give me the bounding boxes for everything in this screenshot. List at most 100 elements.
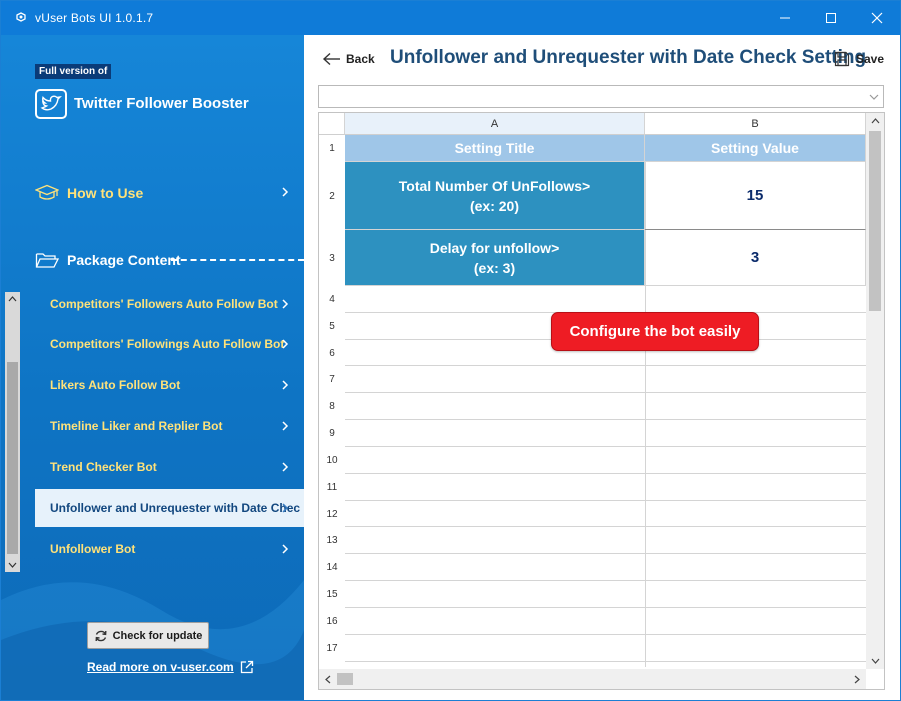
chevron-right-icon	[282, 503, 289, 513]
main-panel: Back Unfollower and Unrequester with Dat…	[304, 35, 900, 700]
row-number[interactable]: 10	[319, 447, 345, 474]
scroll-down-icon[interactable]	[5, 558, 20, 572]
sidebar-item-unfollower-date-check[interactable]: Unfollower and Unrequester with Date Che…	[35, 489, 304, 527]
row-number[interactable]: 9	[319, 420, 345, 447]
sidebar-item-likers-auto-follow[interactable]: Likers Auto Follow Bot	[35, 366, 304, 404]
twitter-bot-icon	[35, 89, 67, 119]
chevron-down-icon[interactable]	[865, 86, 883, 107]
column-header-a[interactable]: A	[345, 113, 645, 135]
sheet-corner[interactable]	[319, 113, 345, 135]
save-button[interactable]: Save	[834, 48, 884, 70]
row-number[interactable]: 6	[319, 340, 345, 366]
row-number[interactable]: 13	[319, 527, 345, 554]
sidebar-item-label: Trend Checker Bot	[50, 460, 157, 474]
arrow-left-icon	[322, 52, 340, 66]
scroll-right-icon[interactable]	[848, 669, 866, 689]
header-cell-setting-title[interactable]: Setting Title	[345, 135, 645, 162]
setting-title-example: (ex: 3)	[473, 259, 516, 276]
sidebar-item-competitors-followers[interactable]: Competitors' Followers Auto Follow Bot	[35, 285, 304, 323]
setting-title-line: Total Number Of UnFollows>	[398, 177, 591, 194]
scroll-down-icon[interactable]	[866, 653, 884, 669]
row-number[interactable]: 8	[319, 393, 345, 420]
row-divider	[345, 473, 866, 474]
row-divider	[345, 500, 866, 501]
row-number[interactable]: 15	[319, 581, 345, 608]
back-label: Back	[346, 52, 375, 66]
row-divider	[345, 419, 866, 420]
chevron-right-icon	[282, 339, 289, 349]
scroll-up-icon[interactable]	[5, 292, 20, 306]
scroll-left-icon[interactable]	[319, 669, 337, 689]
save-label: Save	[856, 52, 885, 66]
sheet-horizontal-scrollbar[interactable]	[319, 669, 866, 689]
configure-callout: Configure the bot easily	[551, 312, 759, 351]
settings-spreadsheet[interactable]: A B 1 2 3 4 5 6 7 8 9 10 11 12 13 14 15 …	[318, 112, 885, 690]
close-icon	[871, 12, 883, 24]
folder-icon	[35, 251, 59, 269]
setting-title-line: Delay for unfollow>	[429, 239, 560, 256]
setting-title-cell[interactable]: Total Number Of UnFollows> (ex: 20)	[345, 162, 645, 230]
row-number[interactable]: 16	[319, 608, 345, 635]
graduation-cap-icon	[35, 184, 59, 202]
sidebar-item-unfollower-bot[interactable]: Unfollower Bot	[35, 530, 304, 568]
window-title: vUser Bots UI 1.0.1.7	[35, 11, 154, 25]
sheet-horizontal-thumb[interactable]	[337, 673, 353, 685]
check-update-label: Check for update	[112, 629, 203, 642]
sidebar: Full version of Twitter Follower Booster…	[1, 35, 304, 700]
settings-combo-box[interactable]	[318, 85, 884, 108]
check-update-button[interactable]: Check for update	[87, 622, 209, 649]
row-divider	[345, 580, 866, 581]
row-number[interactable]: 7	[319, 366, 345, 393]
sidebar-item-label: Timeline Liker and Replier Bot	[50, 419, 223, 433]
title-bar[interactable]: vUser Bots UI 1.0.1.7	[1, 1, 900, 35]
package-divider	[171, 259, 304, 261]
package-content-label: Package Content	[67, 252, 181, 268]
sidebar-scrollbar[interactable]	[5, 292, 20, 572]
sheet-vertical-scrollbar[interactable]	[866, 113, 884, 669]
sidebar-item-label: Competitors' Followings Auto Follow Bot	[50, 337, 285, 351]
setting-title-cell[interactable]: Delay for unfollow> (ex: 3)	[345, 230, 645, 286]
row-number[interactable]: 12	[319, 501, 345, 527]
setting-value-cell[interactable]: 3	[645, 230, 866, 286]
sheet-vertical-thumb[interactable]	[869, 131, 881, 311]
sidebar-item-timeline-liker[interactable]: Timeline Liker and Replier Bot	[35, 407, 304, 445]
row-number[interactable]: 3	[319, 230, 345, 286]
sidebar-item-label: Competitors' Followers Auto Follow Bot	[50, 297, 278, 311]
sidebar-item-label: Likers Auto Follow Bot	[50, 378, 181, 392]
setting-value-cell[interactable]: 15	[645, 162, 866, 230]
refresh-icon	[95, 630, 107, 641]
read-more-link[interactable]: Read more on v-user.com	[87, 660, 254, 674]
sidebar-item-trend-checker[interactable]: Trend Checker Bot	[35, 448, 304, 486]
row-number[interactable]: 14	[319, 554, 345, 581]
scroll-up-icon[interactable]	[866, 113, 884, 129]
how-to-use-label: How to Use	[67, 185, 144, 201]
row-divider	[345, 392, 866, 393]
sidebar-item-label: Unfollower Bot	[50, 542, 136, 556]
row-number[interactable]: 1	[319, 135, 345, 162]
how-to-use-link[interactable]: How to Use	[35, 182, 304, 204]
row-divider	[345, 607, 866, 608]
chevron-right-icon	[282, 421, 289, 431]
sidebar-scroll-thumb[interactable]	[7, 362, 18, 554]
row-number[interactable]: 4	[319, 286, 345, 313]
sidebar-item-label: Unfollower and Unrequester with Date Che…	[50, 501, 301, 515]
maximize-button[interactable]	[808, 1, 854, 35]
package-content-heading: Package Content	[35, 249, 181, 271]
app-window: vUser Bots UI 1.0.1.7 Full version of Tw…	[0, 0, 901, 701]
row-number[interactable]: 5	[319, 313, 345, 340]
row-number[interactable]: 2	[319, 162, 345, 230]
row-divider	[345, 526, 866, 527]
header-cell-setting-value[interactable]: Setting Value	[645, 135, 866, 162]
close-button[interactable]	[854, 1, 900, 35]
minimize-button[interactable]	[762, 1, 808, 35]
chevron-right-icon	[282, 299, 289, 309]
column-header-b[interactable]: B	[645, 113, 866, 135]
row-number[interactable]: 11	[319, 474, 345, 501]
page-title: Unfollower and Unrequester with Date Che…	[390, 47, 867, 68]
row-divider	[345, 553, 866, 554]
sidebar-item-competitors-followings[interactable]: Competitors' Followings Auto Follow Bot	[35, 325, 304, 363]
back-button[interactable]: Back	[322, 49, 375, 69]
row-number[interactable]: 17	[319, 635, 345, 662]
external-link-icon	[240, 660, 253, 674]
chevron-right-icon	[282, 462, 289, 472]
